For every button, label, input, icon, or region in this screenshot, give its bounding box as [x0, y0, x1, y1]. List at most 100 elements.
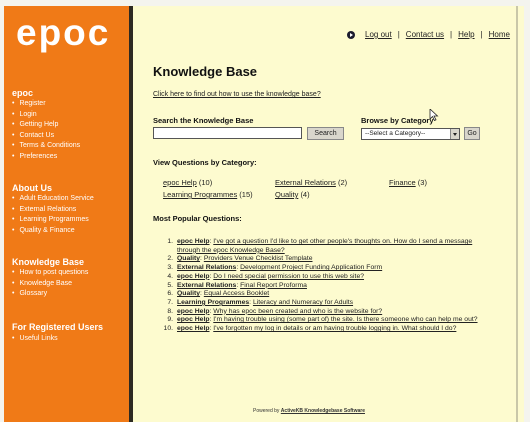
chevron-down-icon[interactable] — [450, 129, 459, 139]
question-number: 5. — [167, 281, 173, 289]
question-item: 2. Quality: Providers Venue Checklist Tem… — [161, 255, 491, 264]
mouse-cursor-icon — [429, 109, 439, 121]
sidebar-item-glossary[interactable]: Glossary — [12, 289, 88, 300]
question-category-link[interactable]: Quality — [177, 290, 200, 297]
search-input[interactable] — [153, 127, 302, 139]
how-to-use-link[interactable]: Click here to find out how to use the kn… — [153, 91, 321, 98]
sidebar-list-knowledge-base: How to post questions Knowledge Base Glo… — [12, 268, 88, 300]
question-item: 1. epoc Help: I've got a question I'd lik… — [161, 238, 491, 255]
question-category-link[interactable]: Learning Programmes — [177, 299, 249, 306]
category-link-finance[interactable]: Finance (3) — [389, 178, 427, 187]
window-edge — [516, 6, 518, 422]
sidebar-item-learning-programmes[interactable]: Learning Programmes — [12, 215, 94, 226]
sidebar-heading-about-us: About Us — [12, 183, 52, 193]
contact-link[interactable]: Contact us — [406, 30, 444, 39]
search-label: Search the Knowledge Base — [153, 116, 254, 125]
sidebar-item-contact-us[interactable]: Contact Us — [12, 131, 80, 142]
question-number: 2. — [167, 255, 173, 263]
sidebar-item-register[interactable]: Register — [12, 99, 80, 110]
question-category-link[interactable]: epoc Help — [177, 308, 209, 315]
question-number: 1. — [167, 238, 173, 245]
question-link[interactable]: Development Project Funding Application … — [240, 264, 382, 271]
question-link[interactable]: I've got a question I'd like to get othe… — [177, 238, 472, 254]
question-link[interactable]: I'm having trouble using (some part of) … — [213, 316, 477, 323]
category-link-quality[interactable]: Quality (4) — [275, 190, 310, 199]
question-category-link[interactable]: epoc Help — [177, 238, 209, 245]
question-item: 7. Learning Programmes: Literacy and Nume… — [161, 299, 491, 308]
sidebar-heading-registered-users: For Registered Users — [12, 322, 104, 332]
nav-separator: | — [480, 30, 483, 39]
question-number: 9. — [167, 316, 173, 324]
category-count: (4) — [300, 190, 310, 199]
question-link[interactable]: Do I need special permission to use this… — [213, 273, 364, 280]
category-count: (15) — [239, 190, 253, 199]
question-link[interactable]: I've forgotten my log in details or am h… — [213, 325, 456, 332]
category-name: Finance — [389, 178, 416, 187]
sidebar-list-about-us: Adult Education Service External Relatio… — [12, 194, 94, 237]
category-select[interactable]: --Select a Category-- — [361, 128, 460, 140]
question-number: 8. — [167, 307, 173, 315]
category-count: (2) — [337, 178, 348, 187]
question-link[interactable]: Equal Access Booklet — [204, 290, 269, 297]
browser-viewport: epoc epoc Register Login Getting Help Co… — [4, 6, 524, 422]
category-count: (3) — [417, 178, 427, 187]
sidebar-item-quality-finance[interactable]: Quality & Finance — [12, 226, 94, 237]
popular-questions-list: 1. epoc Help: I've got a question I'd lik… — [161, 238, 491, 334]
logout-link[interactable]: Log out — [365, 30, 392, 39]
sidebar-item-getting-help[interactable]: Getting Help — [12, 120, 80, 131]
categories-heading: View Questions by Category: — [153, 158, 257, 167]
category-link-external-relations[interactable]: External Relations (2) — [275, 178, 347, 187]
sidebar-item-useful-links[interactable]: Useful Links — [12, 334, 57, 345]
sidebar: epoc epoc Register Login Getting Help Co… — [4, 6, 129, 422]
sidebar-item-terms[interactable]: Terms & Conditions — [12, 141, 80, 152]
question-link[interactable]: Final Report Proforma — [240, 282, 307, 289]
footer-prefix: Powered by — [253, 408, 280, 414]
sidebar-item-login[interactable]: Login — [12, 110, 80, 121]
sidebar-item-external-relations[interactable]: External Relations — [12, 205, 94, 216]
popular-questions-heading: Most Popular Questions: — [153, 214, 242, 223]
nav-separator: | — [397, 30, 400, 39]
play-circle-icon — [347, 30, 356, 39]
category-name: Quality — [275, 190, 299, 199]
question-category-link[interactable]: epoc Help — [177, 325, 209, 332]
question-item: 4. epoc Help: Do I need special permissio… — [161, 273, 491, 282]
question-link[interactable]: Literacy and Numeracy for Adults — [253, 299, 353, 306]
question-number: 6. — [167, 290, 173, 298]
question-number: 3. — [167, 264, 173, 272]
home-link[interactable]: Home — [489, 30, 510, 39]
question-category-link[interactable]: epoc Help — [177, 273, 209, 280]
category-select-value: --Select a Category-- — [365, 130, 426, 137]
question-link[interactable]: Why has epoc been created and who is the… — [213, 308, 382, 315]
epoc-logo[interactable]: epoc — [16, 8, 110, 58]
category-link-learning-programmes[interactable]: Learning Programmes (15) — [163, 190, 253, 199]
question-category-link[interactable]: External Relations — [177, 264, 236, 271]
sidebar-item-adult-education[interactable]: Adult Education Service — [12, 194, 93, 205]
question-item: 8. epoc Help: Why has epoc been created a… — [161, 308, 491, 317]
page-title: Knowledge Base — [153, 64, 258, 79]
sidebar-item-how-to-post[interactable]: How to post questions — [12, 268, 88, 279]
sidebar-item-preferences[interactable]: Preferences — [12, 152, 80, 163]
category-name: Learning Programmes — [163, 190, 238, 199]
question-item: 3. External Relations: Development Projec… — [161, 264, 491, 273]
sidebar-item-knowledge-base[interactable]: Knowledge Base — [12, 279, 88, 290]
question-number: 10. — [163, 325, 173, 333]
question-link[interactable]: Providers Venue Checklist Template — [204, 255, 313, 262]
category-name: External Relations — [275, 178, 336, 187]
help-link[interactable]: Help — [458, 30, 474, 39]
question-category-link[interactable]: Quality — [177, 255, 200, 262]
browse-label: Browse by Category — [361, 116, 434, 125]
question-category-link[interactable]: External Relations — [177, 282, 236, 289]
sidebar-list-epoc: Register Login Getting Help Contact Us T… — [12, 99, 80, 162]
powered-by-link[interactable]: ActiveKB Knowledgebase Software — [281, 408, 365, 414]
sidebar-heading-knowledge-base: Knowledge Base — [12, 257, 85, 267]
question-category-link[interactable]: epoc Help — [177, 316, 209, 323]
search-button[interactable]: Search — [307, 127, 344, 140]
category-link-epoc-help[interactable]: epoc Help (10) — [163, 178, 212, 187]
category-name: epoc Help — [163, 178, 197, 187]
sidebar-heading-epoc: epoc — [12, 88, 34, 98]
nav-separator: | — [450, 30, 453, 39]
category-count: (10) — [198, 178, 213, 187]
go-button[interactable]: Go — [464, 127, 480, 140]
footer: Powered by ActiveKB Knowledgebase Softwa… — [253, 408, 365, 414]
sidebar-list-registered-users: Useful Links — [12, 334, 57, 345]
